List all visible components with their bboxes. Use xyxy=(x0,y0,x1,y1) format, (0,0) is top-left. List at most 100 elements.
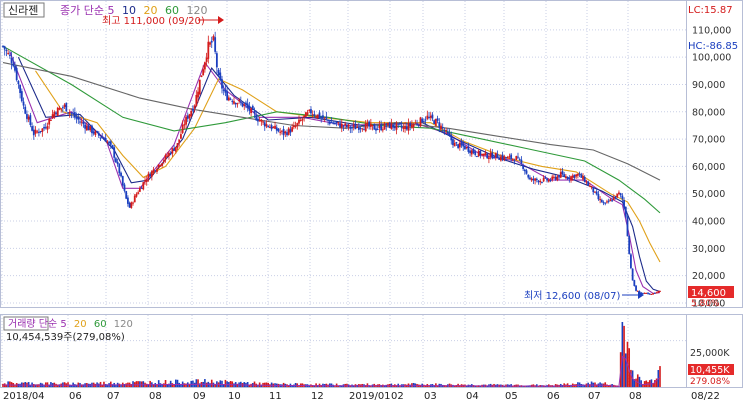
candle-body xyxy=(547,179,550,182)
price-panel-frame xyxy=(0,0,687,308)
x-tick-label: 08 xyxy=(629,391,642,402)
candle-body xyxy=(303,115,306,118)
volume-bar xyxy=(209,383,211,387)
candle-body xyxy=(433,120,436,125)
candle-body xyxy=(56,107,59,116)
candle-body xyxy=(296,123,299,126)
volume-bar xyxy=(142,381,145,387)
candle-body xyxy=(445,129,448,131)
candle-body xyxy=(659,290,661,292)
candle-body xyxy=(195,94,198,107)
volume-bar xyxy=(27,382,30,387)
candle-body xyxy=(505,157,507,159)
candle-body xyxy=(316,114,319,119)
volume-bar xyxy=(604,382,607,387)
candle-body xyxy=(277,128,280,132)
candle-body xyxy=(578,173,581,175)
candle-body xyxy=(602,202,605,204)
candle-body xyxy=(405,126,408,130)
volume-bar xyxy=(411,383,413,387)
candle-body xyxy=(135,193,138,197)
x-tick-label: 08/22 xyxy=(691,391,720,402)
volume-bar xyxy=(621,322,624,387)
candle-body xyxy=(467,146,470,152)
candle-body xyxy=(631,268,634,281)
candle-body xyxy=(89,126,92,131)
volume-bar xyxy=(563,383,565,387)
candle-body xyxy=(311,114,314,116)
candle-body xyxy=(46,126,49,130)
candle-body xyxy=(38,131,40,133)
candle-body xyxy=(327,119,329,121)
candle-body xyxy=(395,123,398,130)
candle-body xyxy=(481,153,483,156)
volume-bar xyxy=(67,382,69,387)
candle-body xyxy=(145,179,148,183)
volume-bar xyxy=(221,380,223,387)
candle-body xyxy=(453,142,456,147)
candle-body xyxy=(222,89,225,91)
volume-bar xyxy=(175,379,177,387)
volume-bar xyxy=(265,382,268,387)
candle-body xyxy=(653,292,656,294)
last-volume-ratio: 279.08% xyxy=(690,377,730,387)
candle-body xyxy=(422,121,425,123)
candle-body xyxy=(375,128,377,131)
candle-body xyxy=(525,170,528,174)
candle-body xyxy=(245,102,247,105)
candle-body xyxy=(412,124,415,127)
candle-body xyxy=(397,123,400,125)
volume-bar xyxy=(99,381,102,387)
candle-body xyxy=(462,143,465,147)
candle-body xyxy=(345,124,348,128)
candle-body xyxy=(576,173,579,176)
candle-body xyxy=(123,184,126,191)
price-tick-label: 110,000 xyxy=(692,25,731,36)
candle-body xyxy=(534,178,537,181)
candle-body xyxy=(363,129,365,131)
candle-body xyxy=(499,156,502,161)
candle-body xyxy=(347,124,350,127)
candle-body xyxy=(477,150,480,157)
candle-body xyxy=(162,160,165,163)
volume-legend-120: 120 xyxy=(114,319,133,330)
candle-body xyxy=(501,154,504,160)
candle-body xyxy=(635,285,637,291)
candle-body xyxy=(621,195,624,199)
candle-body xyxy=(221,79,223,89)
candle-body xyxy=(399,122,401,125)
candle-body xyxy=(22,101,25,106)
candle-body xyxy=(522,164,525,169)
low-annotation: 최저 12,600 (08/07) xyxy=(524,290,620,302)
candle-body xyxy=(457,144,460,148)
candle-body xyxy=(409,123,412,127)
candle-body xyxy=(438,122,441,128)
volume-bar xyxy=(210,379,213,387)
candle-body xyxy=(68,112,71,114)
candle-body xyxy=(520,159,523,164)
candle-body xyxy=(279,131,282,133)
candle-body xyxy=(359,127,362,129)
candle-body xyxy=(570,176,572,181)
candle-body xyxy=(537,180,540,183)
candle-body xyxy=(212,36,215,41)
candle-body xyxy=(203,62,206,70)
candle-body xyxy=(304,112,307,117)
volume-bar xyxy=(328,383,331,387)
volume-bar xyxy=(63,382,66,387)
candle-body xyxy=(393,126,396,129)
volume-bar xyxy=(650,379,653,387)
candle-body xyxy=(65,102,68,112)
candle-body xyxy=(484,152,487,155)
candle-body xyxy=(118,163,121,174)
candle-body xyxy=(542,177,545,182)
candle-body xyxy=(41,128,44,132)
candle-body xyxy=(592,187,595,193)
candle-body xyxy=(633,280,636,286)
candle-body xyxy=(99,137,102,139)
volume-bar xyxy=(435,383,437,387)
candle-body xyxy=(154,170,157,172)
candle-body xyxy=(32,129,35,136)
candle-body xyxy=(113,147,116,158)
candle-body xyxy=(183,124,186,126)
